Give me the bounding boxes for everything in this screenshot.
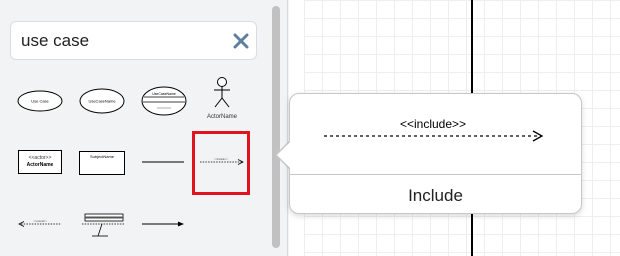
subject-box-shape[interactable]: SubjectName bbox=[79, 151, 125, 175]
close-icon[interactable] bbox=[233, 33, 249, 49]
tooltip-arrow-inner bbox=[277, 140, 292, 170]
actor-shape[interactable]: ActorName bbox=[202, 76, 242, 122]
shape-label: ActorName bbox=[27, 162, 54, 168]
shape-stereotype: <<actor>> bbox=[29, 155, 52, 161]
shape-preview-tooltip: <<include>> Include bbox=[289, 93, 582, 214]
tooltip-preview: <<include>> bbox=[324, 117, 544, 142]
association-line-shape[interactable] bbox=[141, 158, 185, 166]
shape-label: UseCaseName bbox=[88, 99, 116, 104]
shape-label: ActorName bbox=[207, 114, 238, 120]
app-root: Use Case UseCaseName UseCaseName ActorNa… bbox=[0, 0, 620, 256]
use-case-extension-points-shape[interactable]: UseCaseName bbox=[79, 88, 125, 114]
search-box[interactable] bbox=[10, 21, 257, 60]
shape-label: SubjectName bbox=[90, 154, 115, 159]
shape-label: UseCaseName bbox=[152, 92, 176, 96]
tooltip-divider bbox=[290, 174, 581, 175]
tooltip-preview-label: <<include>> bbox=[400, 117, 466, 131]
sidebar-divider bbox=[287, 0, 288, 256]
actor-box-shape[interactable]: <<actor>> ActorName bbox=[18, 150, 62, 174]
use-case-shape[interactable]: Use Case bbox=[17, 90, 63, 112]
extend-arrow-shape[interactable]: <<extend>> bbox=[18, 219, 62, 229]
extension-note-shape[interactable] bbox=[80, 211, 128, 241]
tooltip-title: Include bbox=[408, 186, 463, 205]
svg-text:<<extend>>: <<extend>> bbox=[33, 220, 47, 223]
use-case-compartments-shape[interactable]: UseCaseName bbox=[141, 86, 187, 116]
shape-label: Use Case bbox=[31, 99, 49, 104]
selected-shape-highlight bbox=[192, 131, 250, 195]
search-input[interactable] bbox=[21, 31, 221, 51]
sidebar-scrollbar-thumb[interactable] bbox=[272, 6, 280, 248]
directed-association-shape[interactable] bbox=[141, 219, 185, 229]
